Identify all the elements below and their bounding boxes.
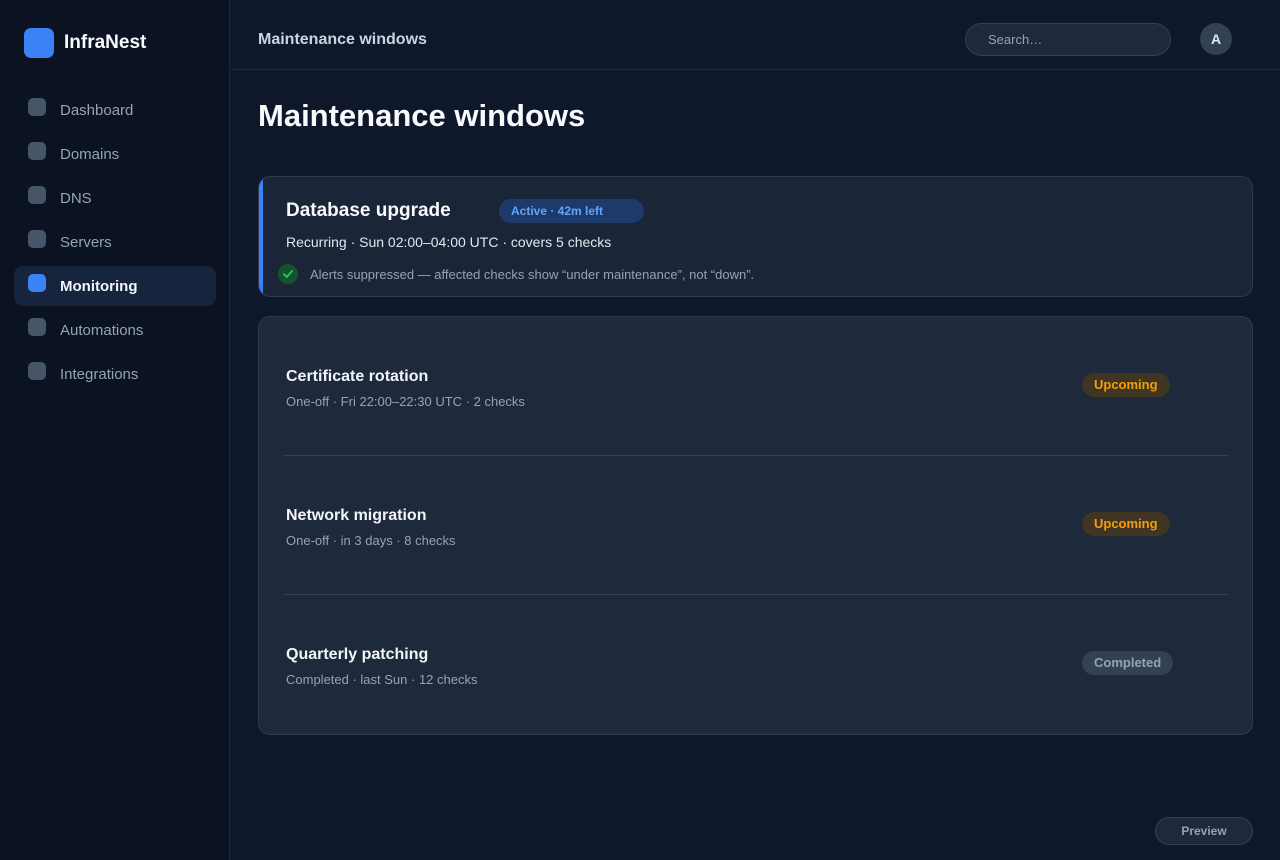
sidebar-item-label: Domains: [60, 146, 120, 163]
dns-icon: [28, 186, 46, 204]
monitoring-icon: [28, 274, 46, 292]
sidebar-nav: Dashboard Domains DNS Servers Monitoring…: [14, 90, 216, 398]
integrations-icon: [28, 362, 46, 380]
brand[interactable]: InfraNest: [24, 28, 146, 58]
sidebar-item-dns[interactable]: DNS: [14, 178, 216, 218]
sidebar-item-dashboard[interactable]: Dashboard: [14, 90, 216, 130]
window-name: Quarterly patching: [286, 646, 429, 663]
sidebar-item-label: Monitoring: [60, 278, 138, 295]
preview-button[interactable]: Preview: [1155, 817, 1253, 845]
breadcrumb: Maintenance windows: [258, 31, 427, 48]
status-badge: Active · 42m left: [499, 199, 644, 223]
check-icon: [278, 264, 298, 284]
avatar[interactable]: A: [1200, 23, 1232, 55]
alerts-suppressed-note: Alerts suppressed — affected checks show…: [310, 267, 755, 282]
sidebar-item-integrations[interactable]: Integrations: [14, 354, 216, 394]
window-meta: One-off · in 3 days · 8 checks: [286, 533, 456, 548]
app-root: InfraNest Dashboard Domains DNS Servers …: [0, 0, 1280, 860]
status-badge: Completed: [1082, 651, 1174, 675]
automations-icon: [28, 318, 46, 336]
sidebar: InfraNest Dashboard Domains DNS Servers …: [0, 0, 230, 860]
window-name: Database upgrade: [286, 200, 451, 221]
window-name: Certificate rotation: [286, 368, 429, 385]
dashboard-icon: [28, 98, 46, 116]
search-input[interactable]: [965, 23, 1171, 56]
sidebar-item-label: DNS: [60, 190, 92, 207]
active-window-card[interactable]: Database upgrade Active · 42m left Recur…: [258, 176, 1253, 297]
windows-list: Certificate rotation One-off · Fri 22:00…: [258, 316, 1253, 735]
topbar: Maintenance windows A: [231, 0, 1280, 70]
status-badge: Upcoming: [1082, 512, 1170, 536]
window-name: Network migration: [286, 507, 427, 524]
sidebar-item-label: Automations: [60, 322, 144, 339]
brand-name: InfraNest: [64, 32, 147, 53]
brand-logo-icon: [24, 28, 54, 58]
sidebar-item-servers[interactable]: Servers: [14, 222, 216, 262]
page-title: Maintenance windows: [258, 98, 586, 133]
window-meta: One-off · Fri 22:00–22:30 UTC · 2 checks: [286, 394, 525, 409]
sidebar-item-label: Dashboard: [60, 102, 134, 119]
list-item[interactable]: Quarterly patching Completed · last Sun …: [259, 595, 1252, 734]
sidebar-item-automations[interactable]: Automations: [14, 310, 216, 350]
window-schedule: Recurring · Sun 02:00–04:00 UTC · covers…: [286, 234, 612, 250]
window-meta: Completed · last Sun · 12 checks: [286, 672, 478, 687]
sidebar-item-monitoring[interactable]: Monitoring: [14, 266, 216, 306]
domains-icon: [28, 142, 46, 160]
sidebar-item-domains[interactable]: Domains: [14, 134, 216, 174]
list-item[interactable]: Network migration One-off · in 3 days · …: [259, 456, 1252, 595]
sidebar-item-label: Integrations: [60, 366, 139, 383]
servers-icon: [28, 230, 46, 248]
list-item[interactable]: Certificate rotation One-off · Fri 22:00…: [259, 317, 1252, 456]
status-badge: Upcoming: [1082, 373, 1170, 397]
sidebar-item-label: Servers: [60, 234, 112, 251]
